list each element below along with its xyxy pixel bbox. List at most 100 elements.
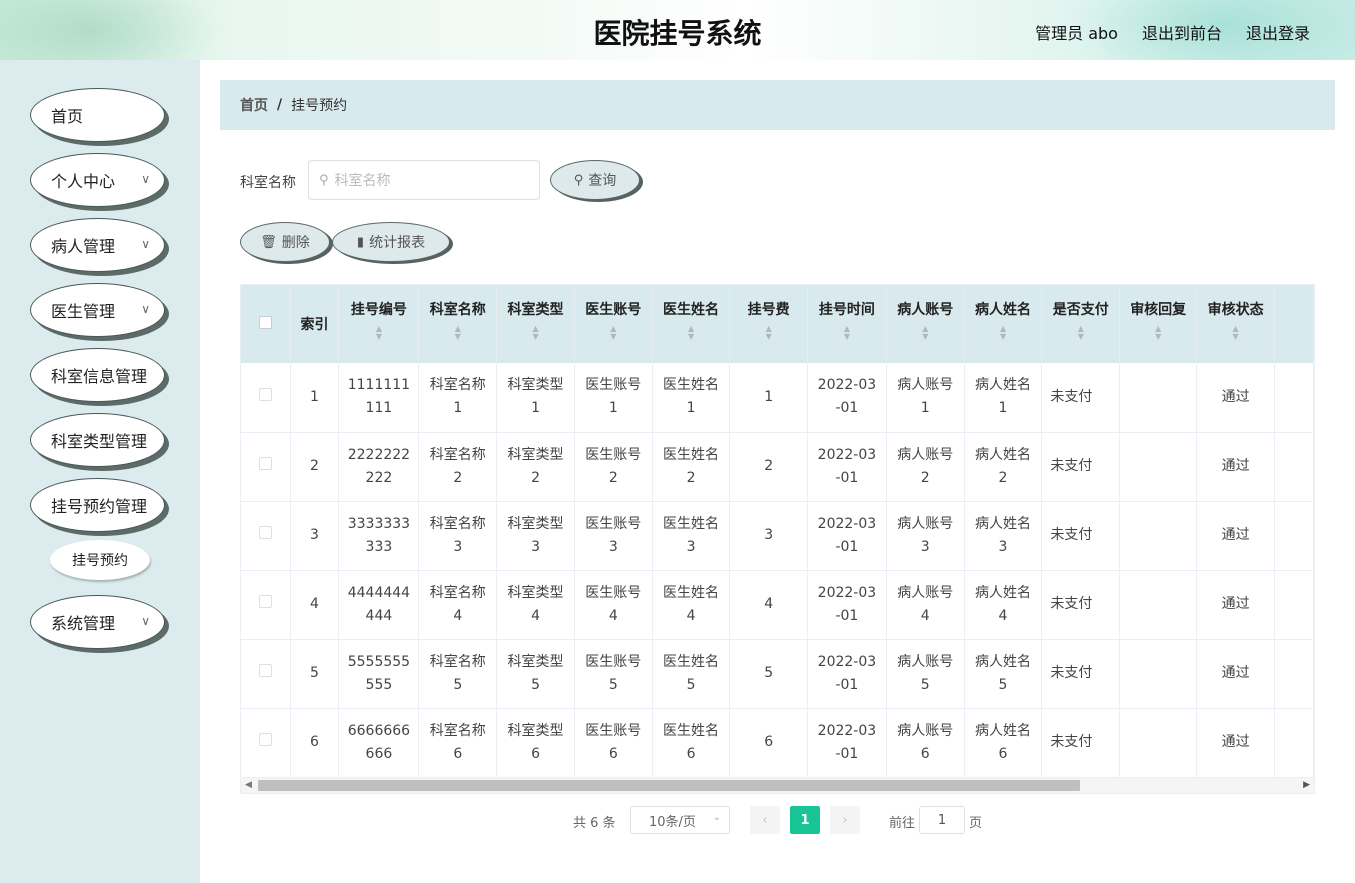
column-header[interactable]: 挂号时间 ▲ ▼: [807, 285, 887, 363]
column-header-label: 医生姓名: [663, 302, 720, 318]
column-header[interactable]: 挂号费 ▲ ▼: [729, 285, 808, 363]
sort-icon[interactable]: ▲ ▼: [419, 325, 496, 341]
cell-line: 医生姓名: [663, 515, 720, 532]
cell-line: 222: [365, 469, 393, 486]
row-checkbox[interactable]: [258, 664, 272, 677]
column-header-label: 是否支付: [1052, 302, 1109, 318]
cell-line: 病人账号: [897, 584, 954, 601]
cell-line: 病人姓名: [975, 584, 1032, 601]
report-button[interactable]: ▮​ 统计报表: [332, 222, 450, 262]
cell-line: 病人账号: [897, 515, 954, 532]
column-header[interactable]: 是否支付 ▲ ▼: [1041, 285, 1121, 363]
cell-status: 通过: [1196, 708, 1275, 778]
column-header[interactable]: 审核状态 ▲ ▼: [1196, 285, 1275, 363]
cell-line: 4: [920, 607, 930, 624]
table-row[interactable]: 2 2222222 222 科室名称 2 科室类型 2 医生账号 2 医生姓名 2 2 2022-03-…: [241, 432, 1314, 502]
column-header[interactable]: 医生账号 ▲ ▼: [574, 285, 653, 363]
cell-line: 4: [998, 607, 1008, 624]
cell-line: 6: [531, 745, 540, 762]
bar-chart-icon: ▮​: [356, 234, 365, 250]
dept-name-search-input[interactable]: ⚲ 科室名称: [308, 160, 540, 200]
cell-line: 2: [998, 469, 1008, 486]
query-button[interactable]: ⚲ 查询: [550, 160, 640, 200]
scrollbar-thumb[interactable]: [258, 780, 1080, 791]
row-checkbox[interactable]: [258, 595, 272, 608]
table-row[interactable]: 5 5555555 555 科室名称 5 科室类型 5 医生账号 5 医生姓名 5 5 2022-03-…: [241, 639, 1314, 709]
sidebar-item-3[interactable]: 医生管理 ∨: [30, 283, 165, 337]
cell-status: 通过: [1196, 363, 1275, 433]
sort-icon[interactable]: ▲ ▼: [887, 325, 964, 341]
column-header[interactable]: 审核回复 ▲ ▼: [1119, 285, 1198, 363]
sidebar-item-label: 首页: [51, 107, 84, 126]
sort-icon[interactable]: ▲ ▼: [808, 325, 886, 341]
prev-page-button[interactable]: ‹: [750, 806, 780, 834]
row-checkbox[interactable]: [258, 526, 272, 539]
column-header-label: 科室名称: [429, 302, 486, 318]
sort-icon[interactable]: ▲ ▼: [497, 325, 574, 341]
cell-line: 4444444: [347, 584, 411, 601]
cell-value: 未支付: [1050, 527, 1093, 543]
sort-icon[interactable]: ▲ ▼: [653, 325, 730, 341]
sidebar-item-0[interactable]: 首页: [30, 88, 165, 142]
sidebar-item-5[interactable]: 科室类型管理: [30, 413, 165, 467]
sort-icon[interactable]: ▲ ▼: [1120, 325, 1196, 341]
cell-line: 444: [365, 607, 393, 624]
column-header[interactable]: 挂号编号 ▲ ▼: [338, 285, 420, 363]
cell-dept: 科室名称 1: [418, 363, 498, 433]
cell-line: 医生账号: [585, 446, 642, 463]
table-row[interactable]: 1 1111111 111 科室名称 1 科室类型 1 医生账号 1 医生姓名 1 1 2022-03-…: [241, 363, 1314, 433]
sidebar-subitem-appointment[interactable]: 挂号预约: [50, 540, 150, 580]
breadcrumb-home[interactable]: 首页: [240, 95, 268, 115]
cell-overflow: [1274, 570, 1314, 640]
cell-pat-name: 病人姓名 3: [964, 501, 1043, 571]
cell-line: -01: [835, 676, 859, 693]
cell-line: 医生账号: [585, 584, 642, 601]
horizontal-scrollbar[interactable]: ◀ ▶: [241, 778, 1314, 793]
select-all-checkbox[interactable]: [258, 315, 272, 329]
next-page-button[interactable]: ›: [830, 806, 860, 834]
sort-icon[interactable]: ▲ ▼: [1042, 325, 1119, 341]
cell-line: 1: [608, 400, 618, 417]
row-checkbox[interactable]: [258, 733, 272, 746]
sort-icon[interactable]: ▲ ▼: [339, 325, 418, 341]
column-header[interactable]: 病人姓名 ▲ ▼: [964, 285, 1043, 363]
cell-line: 111: [365, 400, 393, 417]
sidebar-item-1[interactable]: 个人中心 ∨: [30, 153, 165, 207]
cell-line: -01: [835, 607, 859, 624]
exit-to-frontend-link[interactable]: 退出到前台: [1142, 20, 1222, 44]
row-checkbox[interactable]: [258, 457, 272, 470]
column-header[interactable]: 科室名称 ▲ ▼: [418, 285, 498, 363]
cell-time: 2022-03 -01: [807, 363, 887, 433]
table-row[interactable]: 3 3333333 333 科室名称 3 科室类型 3 医生账号 3 医生姓名 3 3 2022-03-…: [241, 501, 1314, 571]
goto-page-input[interactable]: 1: [919, 806, 965, 834]
delete-button[interactable]: 🗑 删除: [240, 222, 330, 262]
logout-link[interactable]: 退出登录: [1246, 20, 1310, 44]
scroll-left-icon[interactable]: ◀: [245, 780, 252, 790]
row-checkbox[interactable]: [258, 387, 272, 401]
cell-type: 科室类型 3: [496, 501, 575, 571]
sidebar-item-6[interactable]: 挂号预约管理: [30, 478, 165, 532]
sidebar-item-2[interactable]: 病人管理 ∨: [30, 218, 165, 272]
sidebar-item-4[interactable]: 科室信息管理: [30, 348, 165, 402]
column-header[interactable]: 病人账号 ▲ ▼: [886, 285, 965, 363]
sidebar-item-7[interactable]: 系统管理 ∨: [30, 595, 165, 649]
table-row[interactable]: 6 6666666 666 科室名称 6 科室类型 6 医生账号 6 医生姓名 6 6 2022-03-…: [241, 708, 1314, 778]
sort-icon[interactable]: ▲ ▼: [965, 325, 1042, 341]
cell-status: 通过: [1196, 501, 1275, 571]
column-header[interactable]: 医生姓名 ▲ ▼: [652, 285, 731, 363]
cell-index: 1: [290, 363, 340, 433]
sort-icon[interactable]: ▲ ▼: [730, 325, 807, 341]
page-1-button[interactable]: 1: [790, 806, 820, 834]
cell-time: 2022-03 -01: [807, 570, 887, 640]
column-header[interactable]: 科室类型 ▲ ▼: [496, 285, 575, 363]
cell-line: 医生姓名: [663, 722, 720, 739]
delete-button-label: 删除: [281, 235, 310, 251]
page-size-select[interactable]: 10条/页 ⌄: [630, 806, 730, 834]
sort-icon[interactable]: ▲ ▼: [1197, 325, 1274, 341]
cell-fee: 2: [729, 432, 808, 502]
sort-icon[interactable]: ▲ ▼: [575, 325, 652, 341]
table-row[interactable]: 4 4444444 444 科室名称 4 科室类型 4 医生账号 4 医生姓名 4 4 2022-03-…: [241, 570, 1314, 640]
cell-fee: 3: [729, 501, 808, 571]
scroll-right-icon[interactable]: ▶: [1303, 780, 1310, 790]
cell-line: 6666666: [347, 722, 411, 739]
